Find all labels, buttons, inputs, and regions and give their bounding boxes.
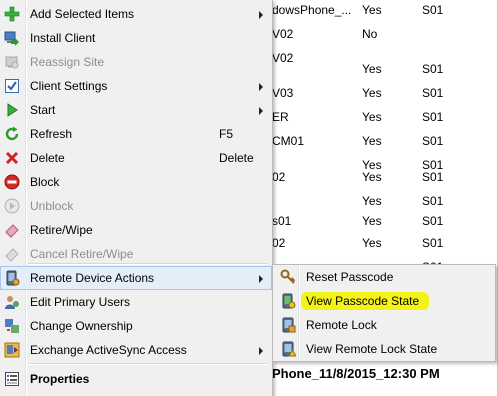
submenu-item-view-remote-lock-state[interactable]: View Remote Lock State (273, 337, 495, 361)
block-icon (4, 174, 20, 190)
device-name-cell: V02 (272, 27, 294, 41)
remote-device-actions-submenu: Reset Passcode View Passcode State Remot… (272, 264, 496, 362)
site-cell: S01 (422, 214, 444, 228)
properties-icon (4, 371, 20, 387)
submenu-arrow-icon (259, 275, 263, 283)
site-cell: S01 (422, 236, 444, 250)
menu-item-install-client[interactable]: Install Client (0, 26, 272, 50)
menu-item-change-ownership[interactable]: Change Ownership (0, 314, 272, 338)
device-name-cell: ER (272, 110, 289, 124)
menu-item-retire-wipe[interactable]: Retire/Wipe (0, 218, 272, 242)
selected-item-name: Phone_11/8/2015_12:30 PM (272, 366, 440, 381)
menu-item-properties[interactable]: Properties (0, 367, 272, 391)
remote-lock-state-icon (280, 341, 297, 357)
device-name-cell: 02 (272, 170, 286, 184)
site-cell: S01 (422, 62, 444, 76)
device-name-cell: 02 (272, 236, 286, 250)
activesync-icon (4, 342, 20, 358)
menu-item-block[interactable]: Block (0, 170, 272, 194)
menu-item-client-settings[interactable]: Client Settings (0, 74, 272, 98)
submenu-arrow-icon (259, 11, 263, 19)
menu-item-add-selected-items[interactable]: Add Selected Items (0, 2, 272, 26)
refresh-shortcut: F5 (219, 127, 234, 141)
start-play-icon (4, 102, 20, 118)
site-cell: S01 (422, 86, 444, 100)
submenu-arrow-icon (259, 347, 263, 355)
key-reset-icon (280, 269, 296, 285)
client-cell: No (362, 27, 378, 41)
device-name-cell: V03 (272, 86, 294, 100)
delete-shortcut: Delete (219, 151, 254, 165)
client-cell: Yes (362, 170, 382, 184)
client-cell: Yes (362, 134, 382, 148)
site-cell: S01 (422, 3, 444, 17)
submenu-arrow-icon (259, 83, 263, 91)
site-cell: S01 (422, 110, 444, 124)
submenu-item-remote-lock[interactable]: Remote Lock (273, 313, 495, 337)
menu-item-exchange-activesync-access[interactable]: Exchange ActiveSync Access (0, 338, 272, 362)
change-ownership-icon (4, 318, 20, 334)
menu-separator (28, 263, 268, 265)
cancel-retire-wipe-icon (4, 246, 20, 262)
submenu-item-reset-passcode[interactable]: Reset Passcode (273, 265, 495, 289)
client-cell: Yes (362, 3, 382, 17)
menu-item-edit-primary-users[interactable]: Edit Primary Users (0, 290, 272, 314)
device-name-cell: CM01 (272, 134, 305, 148)
delete-x-icon (4, 150, 20, 166)
menu-separator (28, 363, 268, 365)
client-cell: Yes (362, 214, 382, 228)
menu-item-unblock[interactable]: Unblock (0, 194, 272, 218)
menu-item-delete[interactable]: Delete Delete (0, 146, 272, 170)
menu-item-start[interactable]: Start (0, 98, 272, 122)
retire-wipe-eraser-icon (4, 222, 20, 238)
passcode-state-icon (280, 293, 296, 309)
client-cell: Yes (362, 236, 382, 250)
install-client-icon (4, 30, 20, 46)
site-cell: S01 (422, 134, 444, 148)
device-name-cell: s01 (272, 214, 292, 228)
menu-item-reassign-site[interactable]: Reassign Site (0, 50, 272, 74)
menu-item-remote-device-actions[interactable]: Remote Device Actions (0, 266, 272, 290)
site-cell: S01 (422, 170, 444, 184)
client-cell: Yes (362, 110, 382, 124)
submenu-item-view-passcode-state[interactable]: View Passcode State (273, 289, 495, 313)
context-menu: Add Selected Items Install Client Reassi… (0, 0, 273, 396)
unblock-icon (4, 198, 20, 214)
menu-item-refresh[interactable]: Refresh F5 (0, 122, 272, 146)
edit-users-icon (4, 294, 20, 310)
remote-lock-icon (280, 317, 296, 333)
submenu-arrow-icon (259, 107, 263, 115)
remote-device-icon (4, 270, 20, 286)
client-cell: Yes (362, 86, 382, 100)
add-green-plus-icon (4, 6, 20, 22)
client-cell: Yes (362, 62, 382, 76)
refresh-icon (4, 126, 20, 142)
device-name-cell: dowsPhone_... (272, 3, 352, 17)
client-settings-checkbox-icon (4, 78, 20, 94)
reassign-site-icon (4, 54, 20, 70)
